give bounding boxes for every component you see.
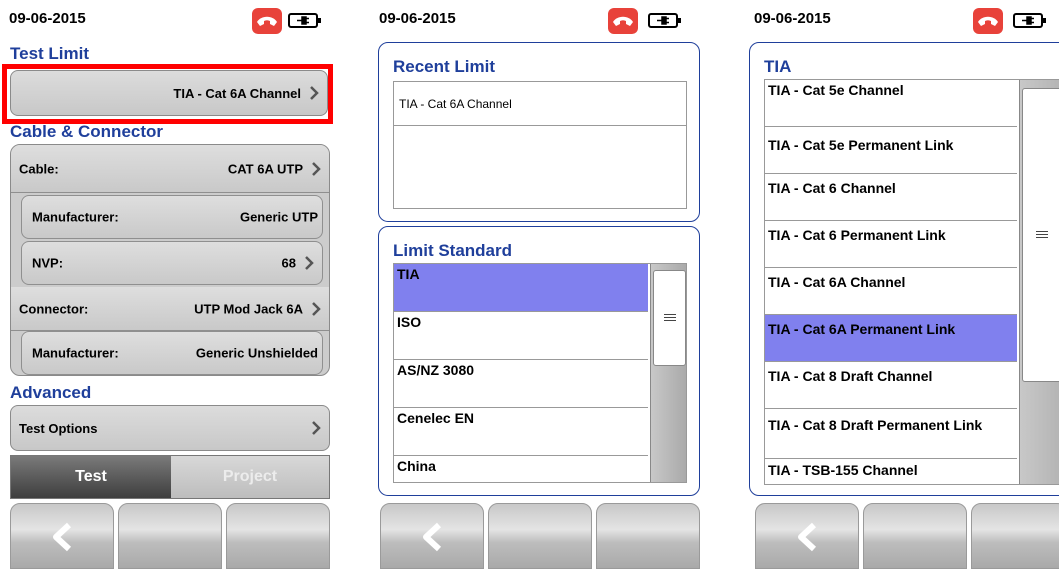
recent-limit-heading: Recent Limit (393, 57, 496, 76)
chevron-right-icon (312, 301, 321, 316)
standard-item-tia[interactable]: TIA (394, 264, 648, 312)
tia-limit-panel: TIA TIA - Cat 5e Channel TIA - Cat 5e Pe… (749, 42, 1059, 496)
limit-item[interactable]: TIA - Cat 6 Permanent Link (765, 221, 1017, 268)
phone-hangup-icon (973, 8, 1003, 34)
cable-connector-heading: Cable & Connector (10, 122, 164, 141)
standard-item-china[interactable]: China (394, 456, 648, 482)
advanced-heading: Advanced (10, 383, 92, 402)
standard-item-asnz[interactable]: AS/NZ 3080 (394, 360, 648, 408)
grip-icon (1036, 231, 1048, 238)
limit-item[interactable]: TIA - TSB-155 Channel (765, 459, 1017, 484)
connector-manufacturer-label: Manufacturer: (32, 345, 119, 361)
chevron-right-icon (305, 256, 314, 270)
battery-plug-icon (648, 12, 682, 29)
scroll-thumb[interactable] (1022, 88, 1059, 382)
cable-value: CAT 6A UTP (227, 161, 303, 176)
soft-key-3[interactable] (226, 503, 330, 569)
connector-manufacturer-row: Manufacturer: Generic Unshielded (21, 331, 323, 375)
recent-limit-list: TIA - Cat 6A Channel (393, 81, 687, 209)
back-chevron-icon (53, 522, 72, 552)
standard-item-cenelec[interactable]: Cenelec EN (394, 408, 648, 456)
cable-manufacturer-label: Manufacturer: (32, 209, 119, 225)
back-button[interactable] (755, 503, 859, 569)
battery-plug-icon (1013, 12, 1047, 29)
soft-key-2[interactable] (118, 503, 222, 569)
tia-heading: TIA (764, 57, 792, 76)
limit-scrollbar[interactable] (1019, 80, 1059, 484)
limit-item[interactable]: TIA - Cat 5e Permanent Link (765, 127, 1017, 174)
connector-value: UTP Mod Jack 6A (194, 301, 303, 316)
phone-hangup-icon (608, 8, 638, 34)
recent-limit-panel: Recent Limit TIA - Cat 6A Channel (378, 42, 700, 222)
limit-standard-panel: Limit Standard TIA ISO AS/NZ 3080 Cenele… (378, 226, 700, 496)
scroll-thumb[interactable] (653, 270, 686, 366)
test-limit-value: TIA - Cat 6A Channel (173, 85, 301, 101)
connector-manufacturer-value: Generic Unshielded (195, 345, 318, 361)
chevron-right-icon (312, 161, 321, 176)
test-options-label: Test Options (19, 420, 98, 436)
grip-icon (663, 314, 676, 321)
status-bar: 09-06-2015 (745, 0, 1059, 40)
standard-item-iso[interactable]: ISO (394, 312, 648, 360)
tia-limit-screen: 09-06-2015 TIA TIA - Cat 5e Channel TIA … (745, 0, 1059, 569)
limit-item[interactable]: TIA - Cat 6 Channel (765, 174, 1017, 221)
limit-item-selected[interactable]: TIA - Cat 6A Permanent Link (765, 315, 1017, 362)
back-chevron-icon (798, 522, 817, 552)
chevron-right-icon (312, 421, 321, 435)
soft-key-3[interactable] (596, 503, 700, 569)
cable-manufacturer-row: Manufacturer: Generic UTP (21, 195, 323, 239)
soft-key-bar (755, 503, 1059, 569)
cable-row[interactable]: Cable: CAT 6A UTP (11, 145, 329, 193)
test-limit-button[interactable]: TIA - Cat 6A Channel (10, 70, 328, 116)
cable-label: Cable: (19, 161, 59, 176)
soft-key-2[interactable] (863, 503, 967, 569)
limit-standard-screen: 09-06-2015 Recent Limit TIA - Cat 6A Cha… (370, 0, 710, 569)
date-label: 09-06-2015 (379, 10, 456, 27)
test-setup-screen: 09-06-2015 Test Limit TIA - Cat 6A Chann… (0, 0, 340, 569)
status-bar: 09-06-2015 (0, 0, 340, 40)
tab-project[interactable]: Project (171, 456, 329, 498)
tia-limit-list: TIA - Cat 5e Channel TIA - Cat 5e Perman… (764, 79, 1059, 485)
test-limit-heading: Test Limit (10, 44, 90, 63)
standard-scrollbar[interactable] (650, 264, 686, 482)
soft-key-bar (380, 503, 700, 569)
cable-manufacturer-value: Generic UTP (239, 209, 318, 225)
date-label: 09-06-2015 (9, 10, 86, 27)
limit-standard-heading: Limit Standard (393, 241, 513, 260)
cable-connector-group: Cable: CAT 6A UTP Manufacturer: Generic … (10, 144, 330, 376)
soft-key-2[interactable] (488, 503, 592, 569)
connector-label: Connector: (19, 301, 89, 316)
battery-plug-icon (288, 12, 322, 29)
limit-item[interactable]: TIA - Cat 5e Channel (765, 80, 1017, 127)
date-label: 09-06-2015 (754, 10, 831, 27)
test-options-button[interactable]: Test Options (10, 405, 330, 451)
limit-standard-list: TIA ISO AS/NZ 3080 Cenelec EN China (393, 263, 687, 483)
phone-hangup-icon (252, 8, 282, 34)
limit-item[interactable]: TIA - Cat 8 Draft Channel (765, 362, 1017, 409)
back-chevron-icon (423, 522, 442, 552)
limit-item[interactable]: TIA - Cat 6A Channel (765, 268, 1017, 315)
back-button[interactable] (380, 503, 484, 569)
soft-key-3[interactable] (971, 503, 1059, 569)
soft-key-bar (10, 503, 330, 569)
status-bar: 09-06-2015 (370, 0, 710, 40)
recent-limit-item[interactable]: TIA - Cat 6A Channel (394, 82, 686, 126)
chevron-right-icon (310, 86, 319, 100)
back-button[interactable] (10, 503, 114, 569)
mode-tabbar: Test Project (10, 455, 330, 499)
connector-row[interactable]: Connector: UTP Mod Jack 6A (11, 287, 329, 331)
limit-item[interactable]: TIA - Cat 8 Draft Permanent Link (765, 409, 1017, 459)
nvp-label: NVP: (32, 255, 64, 271)
nvp-value: 68 (281, 255, 296, 271)
nvp-row[interactable]: NVP: 68 (21, 241, 323, 285)
tab-test[interactable]: Test (11, 456, 171, 498)
